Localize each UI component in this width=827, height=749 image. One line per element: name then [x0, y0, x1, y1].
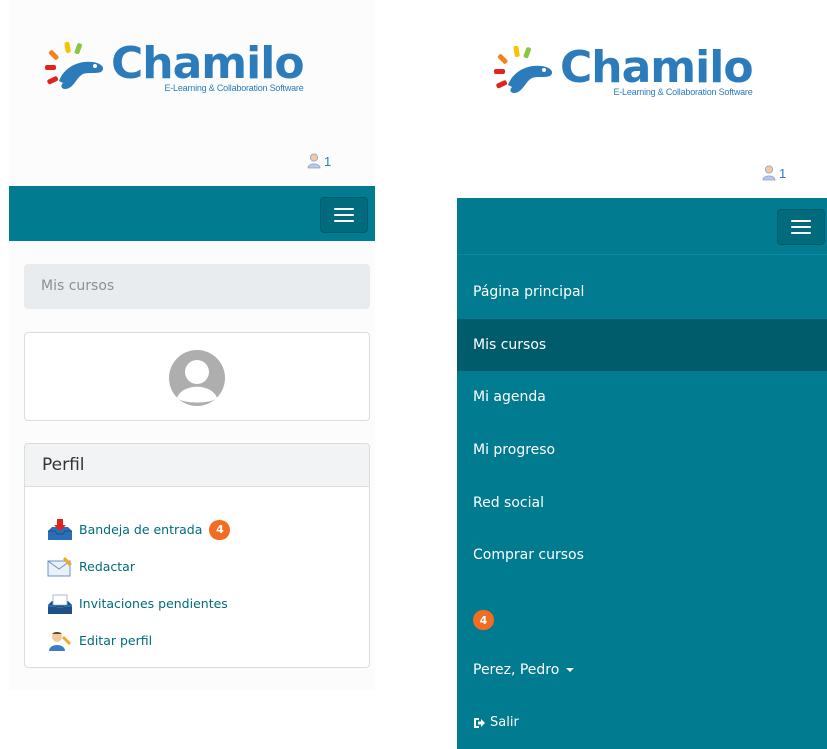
sign-out-icon: [474, 717, 485, 728]
notification-badge[interactable]: 4: [473, 610, 494, 630]
logo-wordmark: Chamilo: [560, 42, 754, 93]
menu-item-progress[interactable]: Mi progreso: [457, 424, 827, 477]
user-name: Perez, Pedro: [473, 662, 560, 678]
menu-item-social[interactable]: Red social: [457, 476, 827, 529]
compose-link[interactable]: Redactar: [79, 559, 135, 574]
main-menu: Página principal Mis cursos Mi agenda Mi…: [457, 266, 827, 582]
mobile-view-expanded: Chamilo E-Learning & Collaboration Softw…: [457, 0, 827, 749]
hamburger-icon-bar: [791, 226, 811, 228]
user-icon: [762, 165, 776, 181]
navbar: [9, 186, 375, 241]
profile-panel-title: Perfil: [25, 444, 369, 487]
logout-label: Salir: [490, 715, 519, 730]
profile-item-compose: Redactar: [25, 548, 369, 585]
navbar-expanded: Página principal Mis cursos Mi agenda Mi…: [457, 198, 827, 749]
inbox-icon: [48, 518, 72, 540]
inbox-link[interactable]: Bandeja de entrada: [79, 522, 202, 537]
logo-wordmark: Chamilo: [111, 38, 305, 89]
hamburger-icon-bar: [334, 208, 354, 210]
profile-item-invitations: Invitaciones pendientes: [25, 585, 369, 622]
my-courses-section[interactable]: Mis cursos: [24, 264, 370, 309]
edit-profile-link[interactable]: Editar perfil: [79, 633, 152, 648]
menu-item-my-courses[interactable]: Mis cursos: [457, 318, 827, 372]
caret-down-icon: [566, 668, 575, 672]
profile-links: Bandeja de entrada 4 Redactar Invitacion…: [25, 487, 369, 659]
hamburger-icon-bar: [334, 214, 354, 216]
chamilo-logo[interactable]: Chamilo E-Learning & Collaboration Softw…: [494, 42, 754, 97]
chamilo-logo[interactable]: Chamilo E-Learning & Collaboration Softw…: [45, 38, 305, 93]
menu-toggle-button[interactable]: [777, 209, 825, 245]
profile-item-inbox: Bandeja de entrada 4: [25, 511, 369, 548]
envelope-icon: [47, 556, 72, 576]
mobile-view-collapsed: Chamilo E-Learning & Collaboration Softw…: [9, 0, 375, 690]
online-users-indicator[interactable]: 1: [762, 165, 786, 181]
profile-panel: Perfil Bandeja de entrada 4 Redactar Inv…: [24, 443, 370, 668]
default-avatar-icon[interactable]: [168, 349, 226, 407]
menu-divider: [457, 254, 827, 255]
menu-item-agenda[interactable]: Mi agenda: [457, 371, 827, 424]
menu-toggle-button[interactable]: [320, 197, 368, 233]
online-users-count: 1: [324, 153, 332, 169]
online-users-count: 1: [779, 165, 787, 181]
hamburger-icon-bar: [334, 220, 354, 222]
user-icon: [307, 153, 321, 169]
avatar-card: [24, 332, 370, 421]
inbox-unread-badge: 4: [209, 519, 231, 540]
chamilo-chameleon-icon: [45, 41, 104, 90]
invitations-link[interactable]: Invitaciones pendientes: [79, 596, 228, 611]
profile-item-edit: Editar perfil: [25, 622, 369, 659]
logout-link[interactable]: Salir: [473, 715, 519, 730]
chamilo-chameleon-icon: [494, 45, 553, 94]
menu-item-buy-courses[interactable]: Comprar cursos: [457, 529, 827, 582]
invitation-tray-icon: [48, 594, 72, 614]
hamburger-icon-bar: [791, 220, 811, 222]
menu-item-home[interactable]: Página principal: [457, 266, 827, 319]
hamburger-icon-bar: [791, 232, 811, 234]
edit-profile-icon: [49, 631, 71, 651]
online-users-indicator[interactable]: 1: [307, 153, 331, 169]
user-dropdown[interactable]: Perez, Pedro: [473, 662, 575, 678]
